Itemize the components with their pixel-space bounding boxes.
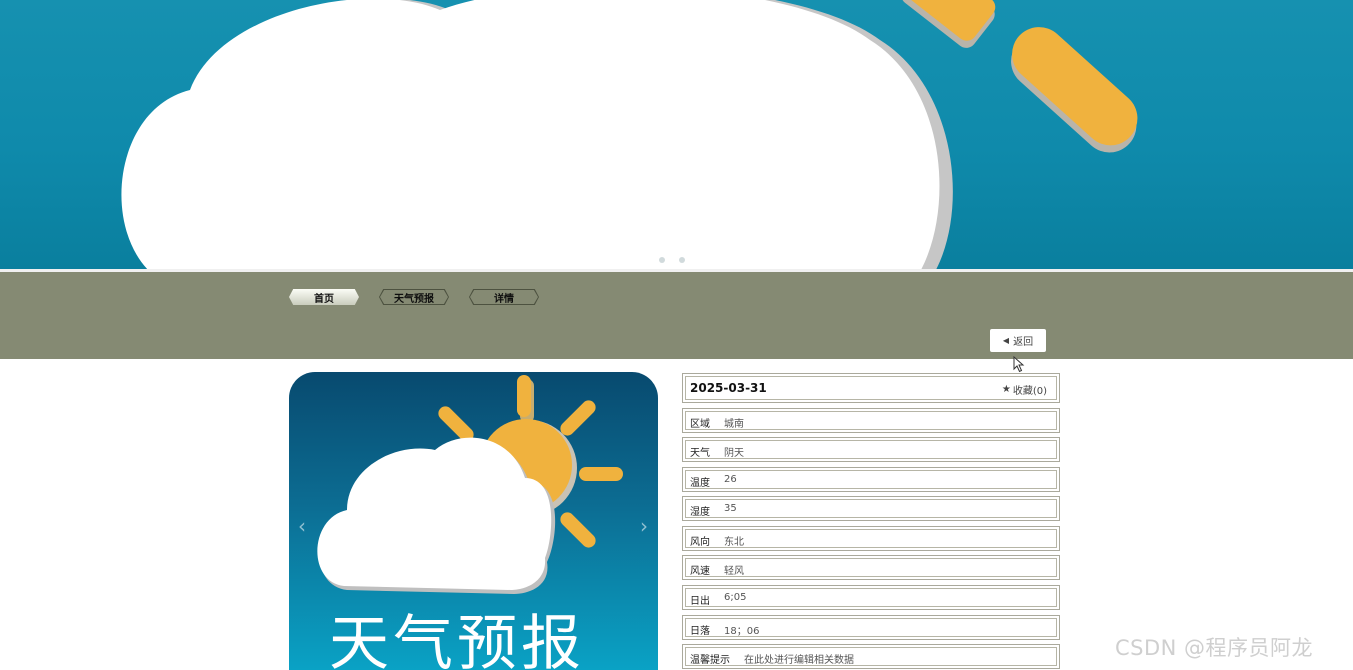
banner-artwork — [121, 0, 1138, 269]
detail-label: 温馨提示 — [690, 655, 730, 666]
detail-date: 2025-03-31 — [690, 381, 767, 395]
detail-row-region: 区域 城南 — [682, 408, 1060, 433]
detail-row-wind-direction: 风向 东北 — [682, 526, 1060, 551]
star-icon: ★ — [1001, 384, 1011, 395]
tab-details-label: 详情 — [494, 293, 514, 305]
back-button-label: 返回 — [1013, 337, 1034, 348]
tab-weather-forecast[interactable]: 天气预报 — [379, 289, 449, 305]
detail-value: 35 — [724, 503, 737, 514]
tab-home[interactable]: 首页 — [289, 289, 359, 305]
detail-value: 26 — [724, 474, 737, 485]
nav-bar: 首页 天气预报 详情 ◀ 返回 — [0, 272, 1353, 359]
detail-label: 天气 — [690, 448, 710, 459]
detail-label: 日出 — [690, 596, 710, 607]
csdn-watermark: CSDN @程序员阿龙 — [1115, 636, 1314, 660]
detail-value: 阴天 — [724, 448, 744, 459]
caret-left-icon: ◀ — [1002, 336, 1010, 345]
detail-row-sunrise: 日出 6;05 — [682, 585, 1060, 610]
tab-weather-forecast-label: 天气预报 — [394, 293, 434, 305]
detail-row-weather: 天气 阴天 — [682, 437, 1060, 462]
indicator-dot-1[interactable] — [659, 257, 665, 263]
back-button[interactable]: ◀ 返回 — [990, 329, 1046, 352]
detail-value: 城南 — [724, 419, 744, 430]
hero-banner — [0, 0, 1353, 269]
detail-value: 18；06 — [724, 626, 760, 637]
detail-row-temperature: 温度 26 — [682, 467, 1060, 492]
detail-label: 湿度 — [690, 507, 710, 518]
favorite-button[interactable]: ★ 收藏(0) — [1002, 382, 1047, 397]
detail-value: 轻风 — [724, 566, 744, 577]
detail-row-wind-speed: 风速 轻风 — [682, 555, 1060, 580]
weather-image-carousel: ‹ › 天气预报 — [289, 372, 658, 670]
detail-row-sunset: 日落 18；06 — [682, 615, 1060, 640]
detail-value: 在此处进行编辑相关数据 — [744, 655, 854, 666]
indicator-dot-2[interactable] — [679, 257, 685, 263]
detail-value: 东北 — [724, 537, 744, 548]
tab-home-label: 首页 — [314, 293, 334, 305]
carousel-indicators — [659, 257, 685, 263]
detail-label: 风向 — [690, 537, 710, 548]
detail-row-humidity: 湿度 35 — [682, 496, 1060, 521]
carousel-next-arrow[interactable]: › — [636, 515, 652, 537]
detail-title-row: 2025-03-31 ★ 收藏(0) — [682, 373, 1060, 403]
carousel-prev-arrow[interactable]: ‹ — [294, 515, 310, 537]
detail-label: 区域 — [690, 419, 710, 430]
detail-label: 温度 — [690, 478, 710, 489]
detail-row-tips: 温馨提示 在此处进行编辑相关数据 — [682, 644, 1060, 669]
detail-label: 风速 — [690, 566, 710, 577]
detail-label: 日落 — [690, 626, 710, 637]
tab-details[interactable]: 详情 — [469, 289, 539, 305]
favorite-label: 收藏(0) — [1012, 386, 1047, 397]
detail-value: 6;05 — [724, 592, 747, 603]
weather-logo-text: 天气预报 — [329, 609, 585, 670]
mouse-cursor-icon — [1013, 356, 1025, 373]
